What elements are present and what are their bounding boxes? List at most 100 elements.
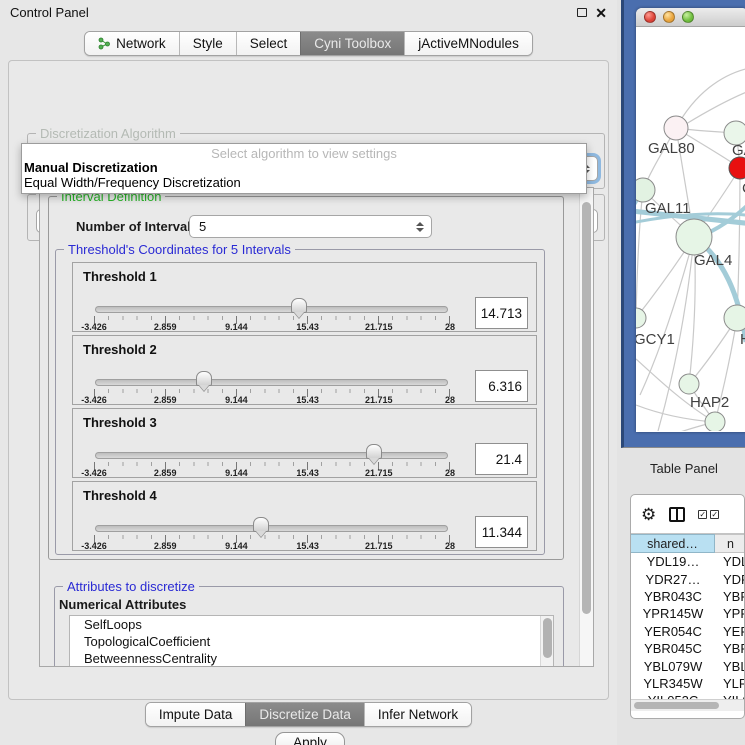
table-row[interactable]: YPR145W YPR1: [631, 605, 744, 622]
table-row[interactable]: YBR043C YBR0: [631, 588, 744, 605]
threshold-2-value-field[interactable]: 6.316: [475, 370, 528, 402]
threshold-3-slider-thumb[interactable]: [366, 444, 382, 459]
table-row[interactable]: YER054C YER0: [631, 623, 744, 640]
close-icon[interactable]: ✕: [595, 6, 607, 20]
tab-jactivemnodules[interactable]: jActiveMNodules: [404, 32, 532, 55]
threshold-1-slider-thumb[interactable]: [291, 298, 307, 313]
threshold-1-slider-track[interactable]: [95, 306, 448, 313]
apply-button[interactable]: Apply: [275, 732, 345, 745]
node-gcy1: [636, 308, 646, 328]
network-nodes[interactable]: [636, 116, 745, 431]
tab-impute-data[interactable]: Impute Data: [146, 703, 246, 726]
settings-vertical-scrollbar[interactable]: [579, 188, 593, 666]
top-tab-bar: Network Style Select Cyni Toolbox jActiv…: [0, 31, 617, 56]
algorithm-placeholder: Select algorithm to view settings: [22, 144, 586, 160]
label-gal4: GAL4: [694, 252, 732, 269]
tab-style[interactable]: Style: [179, 32, 236, 55]
threshold-1-value-field[interactable]: 14.713: [475, 297, 528, 329]
network-view-window: GAL80 GA C GAL11 GAL4 GCY1 H HAP2: [636, 8, 745, 432]
threshold-4-slider-thumb[interactable]: [253, 517, 269, 532]
select-columns-icons[interactable]: [698, 510, 719, 519]
table-panel-title: Table Panel: [650, 461, 718, 476]
threshold-2-slider-thumb[interactable]: [196, 371, 212, 386]
interval-definition-group: Interval Definition Number of Intervals …: [48, 196, 564, 560]
table-panel-window: ⚙ shared… n YDL19… YDL1 YDR27… YDR2 YBR0…: [630, 494, 745, 719]
threshold-3-slider-track[interactable]: [95, 452, 448, 459]
screen: Control Panel ✕: [0, 0, 745, 745]
table-header-row: shared… n: [631, 534, 744, 553]
label-gal80: GAL80: [648, 140, 695, 157]
tab-infer-network[interactable]: Infer Network: [364, 703, 471, 726]
table-row[interactable]: YDR27… YDR2: [631, 570, 744, 587]
tab-cyni-toolbox[interactable]: Cyni Toolbox: [300, 32, 404, 55]
minimize-traffic-light-icon[interactable]: [663, 11, 675, 23]
menu-item-equal-width-frequency[interactable]: Equal Width/Frequency Discretization: [22, 175, 586, 190]
tab-network-label: Network: [116, 36, 166, 51]
node-partial-h: [724, 305, 745, 331]
number-of-intervals-spinner[interactable]: 5: [189, 215, 432, 238]
threshold-4-label: Threshold 4: [83, 488, 157, 503]
attributes-group-title: Attributes to discretize: [63, 579, 199, 594]
settings-scroll-pane: Interval Definition Number of Intervals …: [39, 187, 594, 667]
node-gal11: [636, 178, 655, 202]
threshold-2-slider-track[interactable]: [95, 379, 448, 386]
float-window-icon[interactable]: [577, 8, 587, 17]
threshold-4-value-field[interactable]: 11.344: [475, 516, 528, 548]
table-row[interactable]: YDL19… YDL1: [631, 553, 744, 570]
threshold-2-panel: Threshold 2 -3.426 2.859 9.144 15.43 21.…: [72, 335, 537, 405]
threshold-1-label: Threshold 1: [83, 269, 157, 284]
table-row[interactable]: YLR345W YLR3: [631, 675, 744, 692]
threshold-1-panel: Threshold 1 -3.426 2.859 9.144 15.43 21.…: [72, 262, 537, 332]
list-item[interactable]: BetweennessCentrality: [70, 650, 553, 667]
node-gal4: [676, 219, 712, 255]
label-partial-g: GA: [732, 142, 745, 159]
discretization-algorithm-title: Discretization Algorithm: [36, 126, 180, 141]
label-partial-h: H: [740, 331, 745, 348]
node-red-selected: [729, 157, 745, 179]
thresholds-group: Threshold's Coordinates for 5 Intervals …: [55, 249, 545, 555]
checkbox-icon: [698, 510, 707, 519]
column-header-name[interactable]: n: [715, 534, 744, 553]
node-gal80: [664, 116, 688, 140]
network-view-frame: GAL80 GA C GAL11 GAL4 GCY1 H HAP2: [621, 0, 745, 448]
numerical-attributes-label: Numerical Attributes: [59, 597, 186, 612]
control-panel-titlebar: Control Panel ✕: [0, 0, 617, 25]
node-bottom: [705, 412, 725, 431]
table-row[interactable]: YBR045C YBR0: [631, 640, 744, 657]
threshold-3-label: Threshold 3: [83, 415, 157, 430]
tab-network[interactable]: Network: [85, 32, 179, 55]
tab-select[interactable]: Select: [236, 32, 301, 55]
tab-discretize-data[interactable]: Discretize Data: [245, 703, 364, 726]
table-row[interactable]: YBL079W YBL0: [631, 657, 744, 674]
label-gal11: GAL11: [645, 200, 691, 217]
column-header-shared[interactable]: shared…: [631, 534, 715, 553]
table-body: YDL19… YDL1 YDR27… YDR2 YBR043C YBR0 YPR…: [631, 553, 744, 710]
menu-item-manual-discretization[interactable]: Manual Discretization: [22, 160, 586, 175]
threshold-3-panel: Threshold 3 -3.426 2.859 9.144 15.43 21.…: [72, 408, 537, 478]
node-hap2: [679, 374, 699, 394]
thresholds-group-title: Threshold's Coordinates for 5 Intervals: [64, 242, 295, 257]
close-traffic-light-icon[interactable]: [644, 11, 656, 23]
number-of-intervals-value: 5: [199, 219, 206, 234]
number-of-intervals-label: Number of Intervals: [76, 219, 198, 234]
threshold-3-value-field[interactable]: 21.4: [475, 443, 528, 475]
label-gcy1: GCY1: [636, 331, 675, 348]
column-layout-icon[interactable]: [669, 507, 685, 522]
threshold-4-panel: Threshold 4 -3.426 2.859 9.144 15.43 21.…: [72, 481, 537, 551]
threshold-4-slider-track[interactable]: [95, 525, 448, 532]
window-title: Control Panel: [10, 5, 89, 20]
gear-icon[interactable]: ⚙: [641, 506, 656, 523]
attributes-group: Attributes to discretize Numerical Attri…: [54, 586, 564, 667]
network-window-titlebar[interactable]: [636, 8, 745, 27]
table-horizontal-scrollbar[interactable]: [631, 699, 744, 711]
algorithm-dropdown-popup: Select algorithm to view settings Manual…: [21, 143, 587, 194]
threshold-3-tick-labels: -3.426 2.859 9.144 15.43 21.715 28: [94, 468, 450, 478]
zoom-traffic-light-icon[interactable]: [682, 11, 694, 23]
threshold-4-tick-labels: -3.426 2.859 9.144 15.43 21.715 28: [94, 541, 450, 551]
network-canvas[interactable]: GAL80 GA C GAL11 GAL4 GCY1 H HAP2: [636, 27, 745, 431]
attributes-list-scrollbar[interactable]: [540, 616, 553, 667]
threshold-2-label: Threshold 2: [83, 342, 157, 357]
numerical-attributes-list[interactable]: SelfLoops TopologicalCoefficient Between…: [69, 615, 554, 667]
list-item[interactable]: SelfLoops: [70, 616, 553, 633]
list-item[interactable]: TopologicalCoefficient: [70, 633, 553, 650]
